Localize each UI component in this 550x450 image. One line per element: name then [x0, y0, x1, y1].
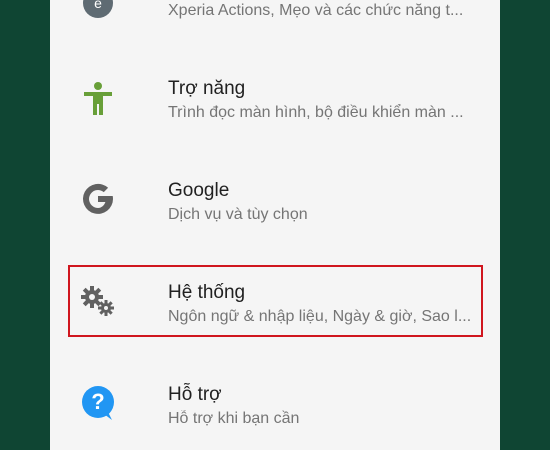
- settings-item-help[interactable]: ? Hỗ trợ Hỗ trợ khi bạn cần: [50, 362, 500, 448]
- settings-item-subtitle: Hỗ trợ khi bạn cần: [168, 410, 300, 427]
- settings-item-xperia[interactable]: e Xperia Actions, Mẹo và các chức năng t…: [50, 0, 500, 56]
- settings-list: e Xperia Actions, Mẹo và các chức năng t…: [50, 0, 500, 450]
- settings-item-title: Trợ năng: [168, 78, 246, 99]
- accessibility-icon: [79, 80, 117, 118]
- settings-item-title: Hỗ trợ: [168, 384, 222, 405]
- settings-item-subtitle: Trình đọc màn hình, bộ điều khiển màn ..…: [168, 104, 464, 121]
- google-icon: [79, 180, 117, 218]
- xperia-icon: e: [79, 0, 117, 22]
- settings-item-subtitle: Xperia Actions, Mẹo và các chức năng t..…: [168, 2, 464, 19]
- settings-item-title: Hệ thống: [168, 282, 246, 303]
- svg-text:?: ?: [91, 389, 104, 414]
- settings-item-google[interactable]: Google Dịch vụ và tùy chọn: [50, 158, 500, 244]
- settings-item-accessibility[interactable]: Trợ năng Trình đọc màn hình, bộ điều khi…: [50, 56, 500, 142]
- settings-item-system[interactable]: Hệ thống Ngôn ngữ & nhập liệu, Ngày & gi…: [50, 260, 500, 346]
- settings-item-subtitle: Dịch vụ và tùy chọn: [168, 206, 308, 223]
- gear-icon: [79, 282, 117, 320]
- settings-item-title: Google: [168, 180, 230, 201]
- settings-item-subtitle: Ngôn ngữ & nhập liệu, Ngày & giờ, Sao l.…: [168, 308, 472, 325]
- help-icon: ?: [79, 384, 117, 422]
- svg-text:e: e: [94, 0, 102, 11]
